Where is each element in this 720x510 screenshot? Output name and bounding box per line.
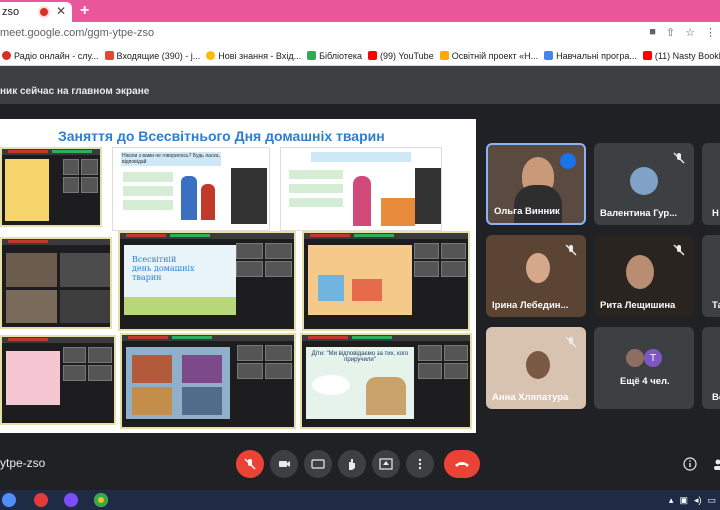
address-bar[interactable]: meet.google.com/ggm-ytpe-zso ■ ⇧ ☆ ⋮	[0, 22, 720, 46]
slide-thumbnail: Ніколи з вами не говорилось? Будь ласка,…	[112, 147, 270, 231]
meeting-info-button[interactable]	[676, 450, 704, 478]
present-icon	[379, 458, 393, 470]
bookmark-item[interactable]: (99) YouTube	[367, 51, 434, 61]
slide-thumbnail: Всесвітній день домашніх тварин	[118, 231, 296, 331]
share-icon[interactable]: ⇧	[666, 26, 675, 39]
more-options-button[interactable]	[406, 450, 434, 478]
speaking-indicator-icon	[560, 153, 576, 169]
participant-name: Н	[712, 208, 719, 219]
more-vert-icon	[418, 458, 422, 470]
participant-tile[interactable]: Валентина Гур...	[594, 143, 694, 225]
presentation-area: Заняття до Всесвітнього Дня домашніх тва…	[0, 119, 476, 433]
system-tray: ▴ ▣ ◂) ▭	[669, 495, 716, 506]
camera-icon[interactable]: ■	[649, 26, 656, 39]
participant-tile[interactable]: Н	[702, 143, 720, 225]
slide-thumbnail	[0, 147, 102, 227]
meeting-code: ytpe-zso	[0, 456, 46, 470]
participant-name: Ольга Винник	[494, 206, 560, 217]
recording-icon	[40, 8, 48, 16]
participant-name: Ірина Лебедин...	[492, 300, 569, 311]
volume-icon[interactable]: ◂)	[694, 495, 702, 506]
tab-title: zso	[2, 6, 20, 18]
mic-off-icon	[565, 244, 577, 256]
close-tab-icon[interactable]: ✕	[56, 4, 66, 18]
slide-thumbnail	[0, 237, 112, 329]
bookmark-item[interactable]: Нові знання - Вхід...	[206, 51, 301, 61]
captions-icon	[311, 459, 325, 469]
start-icon[interactable]	[2, 493, 16, 507]
os-taskbar: ▴ ▣ ◂) ▭	[0, 490, 720, 510]
mic-off-icon	[244, 458, 256, 470]
slide-thumbnail	[280, 147, 442, 231]
avatar	[626, 349, 644, 367]
more-count-label: Ещё 4 чел.	[620, 376, 670, 387]
slide-thumbnail	[0, 335, 116, 425]
extensions-icon[interactable]: ⋮	[705, 26, 716, 39]
participant-tile[interactable]: Анна Хляпатура	[486, 327, 586, 409]
new-tab-button[interactable]: +	[80, 2, 89, 20]
people-button[interactable]	[706, 450, 720, 478]
star-icon[interactable]: ☆	[685, 26, 695, 39]
participant-name: Анна Хляпатура	[492, 392, 569, 403]
bookmark-item[interactable]: Бібліотека	[307, 51, 362, 61]
hand-icon	[349, 459, 355, 470]
bookmark-item[interactable]: Входящие (390) - j...	[104, 51, 200, 61]
more-participants-tile[interactable]: Т Ещё 4 чел.	[594, 327, 694, 409]
avatar	[630, 167, 658, 195]
participant-name: Та	[712, 300, 720, 311]
bookmark-item[interactable]: (11) Nasty Bookl	[642, 51, 720, 61]
opera-icon[interactable]	[34, 493, 48, 507]
participant-name: Рита Лещишина	[600, 300, 676, 311]
participant-tile[interactable]: Рита Лещишина	[594, 235, 694, 317]
mic-off-icon	[673, 152, 685, 164]
slide-thumbnail: Діти: "Ми відповідаємо за тих, кого прир…	[300, 333, 472, 429]
slide-thumbnail	[120, 333, 296, 429]
mic-toggle-button[interactable]	[236, 450, 264, 478]
chrome-icon[interactable]	[94, 493, 108, 507]
viber-icon[interactable]	[64, 493, 78, 507]
people-icon	[714, 459, 720, 470]
slide-holiday-title: Всесвітній день домашніх тварин	[132, 255, 195, 282]
participant-tile[interactable]: Та	[702, 235, 720, 317]
mic-off-icon	[673, 244, 685, 256]
slide-quote: Діти: "Ми відповідаємо за тих, кого прир…	[311, 351, 409, 363]
presentation-banner: ник сейчас на главном экране	[0, 80, 720, 104]
slide-title: Заняття до Всесвітнього Дня домашніх тва…	[58, 128, 385, 144]
battery-icon[interactable]: ▭	[707, 495, 716, 506]
participant-tile[interactable]: Ольга Винник	[486, 143, 586, 225]
info-icon	[683, 457, 697, 471]
browser-tab[interactable]: zso ✕	[0, 2, 72, 22]
captions-button[interactable]	[304, 450, 332, 478]
camera-toggle-button[interactable]	[270, 450, 298, 478]
browser-tab-strip: zso ✕ +	[0, 0, 720, 22]
slide-question: Ніколи з вами не говорилось? Будь ласка,…	[121, 152, 221, 166]
meet-top-strip	[0, 66, 720, 80]
network-icon[interactable]: ▣	[679, 495, 688, 506]
slide-thumbnail	[302, 231, 470, 331]
raise-hand-button[interactable]	[338, 450, 366, 478]
url-text[interactable]: meet.google.com/ggm-ytpe-zso	[0, 27, 154, 39]
bookmark-item[interactable]: Радіо онлайн - слу...	[2, 51, 99, 61]
end-call-icon	[455, 462, 469, 467]
participant-name: Валентина Гур...	[600, 208, 678, 219]
leave-call-button[interactable]	[444, 450, 480, 478]
participant-name: Ве	[712, 392, 720, 403]
bookmark-item[interactable]: Освітній проект «Н...	[439, 51, 538, 61]
present-button[interactable]	[372, 450, 400, 478]
avatar: Т	[644, 349, 662, 367]
mic-off-icon	[565, 336, 577, 348]
bookmark-item[interactable]: Навчальні програ...	[544, 51, 637, 61]
camera-icon	[279, 461, 290, 467]
bookmarks-bar: Радіо онлайн - слу... Входящие (390) - j…	[0, 46, 720, 66]
participant-tile[interactable]: Ірина Лебедин...	[486, 235, 586, 317]
chevron-up-icon[interactable]: ▴	[669, 495, 674, 506]
participant-tile[interactable]: Ве	[702, 327, 720, 409]
